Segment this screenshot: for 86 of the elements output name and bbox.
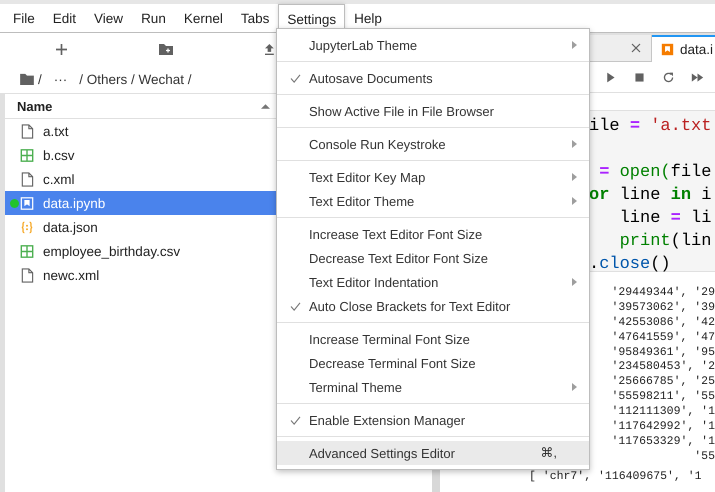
listing-row[interactable]: b.csv bbox=[5, 143, 278, 167]
output-line: '117653329', '1 bbox=[611, 434, 715, 450]
file-name: newc.xml bbox=[43, 268, 100, 282]
code-line: or line in i bbox=[589, 185, 712, 207]
file-icon bbox=[20, 124, 34, 138]
output-line: '42553086', '42 bbox=[611, 316, 715, 331]
menu-item-label: JupyterLab Theme bbox=[309, 38, 418, 52]
breadcrumb-ellipsis[interactable]: ··· bbox=[46, 72, 76, 86]
spreadsheet-icon bbox=[20, 148, 34, 162]
output-line: '39573062', '39 bbox=[611, 300, 715, 316]
file-icon bbox=[20, 172, 34, 186]
listing-row[interactable]: data.ipynb bbox=[5, 191, 278, 215]
sort-caret-icon bbox=[261, 103, 270, 109]
menu-item[interactable]: Terminal Theme bbox=[277, 375, 589, 399]
output-line: '29449344', '29 bbox=[611, 286, 715, 301]
output-line: '117642992', '1 bbox=[611, 420, 715, 435]
menu-item-label: Decrease Text Editor Font Size bbox=[309, 250, 489, 266]
menu-bar-item[interactable]: Kernel bbox=[174, 4, 232, 32]
menu-item[interactable]: Advanced Settings Editor ⌘, bbox=[277, 441, 589, 465]
upload-icon[interactable] bbox=[265, 44, 274, 54]
listing-row[interactable]: a.txt bbox=[5, 119, 278, 143]
output-line: '112111309', '1 bbox=[611, 405, 715, 420]
menu-item-label: Advanced Settings Editor bbox=[309, 446, 456, 460]
folder-icon bbox=[20, 73, 34, 85]
code-line: ile = 'a.txt bbox=[589, 116, 712, 138]
code-line: line = li bbox=[618, 208, 712, 230]
spreadsheet-icon bbox=[20, 244, 34, 258]
menu-bar-item[interactable]: Tabs bbox=[232, 4, 278, 32]
menu-item-label: Increase Terminal Font Size bbox=[309, 332, 471, 346]
menu-item-label: Terminal Theme bbox=[309, 380, 403, 394]
fast-forward-icon[interactable] bbox=[691, 70, 704, 84]
menu-item-label: Auto Close Brackets for Text Editor bbox=[309, 298, 512, 314]
document-tab[interactable]: data.i bbox=[652, 35, 715, 62]
shortcut-label: ⌘, bbox=[540, 445, 557, 461]
code-line: print(lin bbox=[618, 231, 712, 253]
menu-item[interactable]: Autosave Documents bbox=[277, 66, 589, 90]
tab-label: data.i bbox=[680, 42, 714, 57]
file-name: employee_birthday.csv bbox=[43, 244, 180, 258]
output-line: '47641559', '47 bbox=[611, 330, 715, 346]
menu-item-label: Text Editor Key Map bbox=[309, 170, 426, 184]
output-line: '234580453', '2 bbox=[611, 360, 715, 376]
close-icon[interactable] bbox=[631, 43, 641, 53]
listing-row[interactable]: c.xml bbox=[5, 167, 278, 191]
menu-item[interactable]: Decrease Terminal Font Size bbox=[277, 351, 589, 375]
notebook-icon bbox=[661, 43, 674, 56]
menu-bar-item[interactable]: View bbox=[85, 4, 132, 32]
menu-item[interactable]: Increase Terminal Font Size bbox=[277, 327, 589, 351]
output-line: '95849361', '95 bbox=[611, 346, 715, 360]
restart-icon[interactable] bbox=[662, 70, 675, 84]
code-line: = open(file bbox=[598, 162, 712, 184]
listing-row[interactable]: newc.xml bbox=[5, 263, 278, 287]
new-folder-icon[interactable] bbox=[159, 44, 173, 54]
plus-icon[interactable] bbox=[56, 44, 67, 54]
menu-item-label: Enable Extension Manager bbox=[309, 412, 466, 428]
file-name: a.txt bbox=[43, 124, 69, 138]
listing-row[interactable]: employee_birthday.csv bbox=[5, 239, 278, 263]
file-name: c.xml bbox=[43, 172, 74, 186]
menu-item-label: Text Editor Theme bbox=[309, 194, 416, 208]
menu-item[interactable]: Text Editor Indentation bbox=[277, 270, 589, 294]
menu-item-label: Show Active File in File Browser bbox=[309, 104, 495, 118]
menu-item-label: Increase Text Editor Font Size bbox=[309, 226, 484, 242]
output-line: '55 bbox=[694, 450, 715, 465]
menu-bar-item[interactable]: Run bbox=[132, 4, 175, 32]
braces-icon bbox=[20, 220, 34, 234]
menu-item[interactable]: Enable Extension Manager bbox=[277, 408, 589, 432]
menu-item[interactable]: JupyterLab Theme bbox=[277, 33, 589, 57]
menu-item[interactable]: Auto Close Brackets for Text Editor bbox=[277, 294, 589, 318]
menu-bar-item[interactable]: Help bbox=[345, 4, 391, 32]
output-line: '25666785', '25 bbox=[611, 375, 715, 390]
file-name: data.ipynb bbox=[43, 196, 106, 210]
breadcrumb-separator: / bbox=[38, 72, 42, 86]
stop-icon[interactable] bbox=[633, 70, 646, 84]
notebook-icon bbox=[20, 196, 34, 210]
menu-item-label: Text Editor Indentation bbox=[309, 274, 440, 290]
file-name: b.csv bbox=[43, 148, 75, 162]
breadcrumb-path[interactable]: / Others / Wechat / bbox=[79, 72, 192, 86]
output-line: [ 'chr7', '116409675', '1 bbox=[528, 470, 703, 485]
menu-item-label: Autosave Documents bbox=[309, 70, 434, 86]
file-icon bbox=[20, 268, 34, 282]
listing-row[interactable]: data.json bbox=[5, 215, 278, 239]
menu-item-label: Console Run Keystroke bbox=[309, 136, 447, 152]
menu-item-label: Decrease Terminal Font Size bbox=[309, 356, 477, 370]
menu-bar-item[interactable]: Edit bbox=[44, 4, 86, 32]
menu-bar-item[interactable]: File bbox=[4, 4, 44, 32]
file-name: data.json bbox=[43, 220, 98, 234]
output-line: '55598211', '55 bbox=[611, 390, 715, 406]
